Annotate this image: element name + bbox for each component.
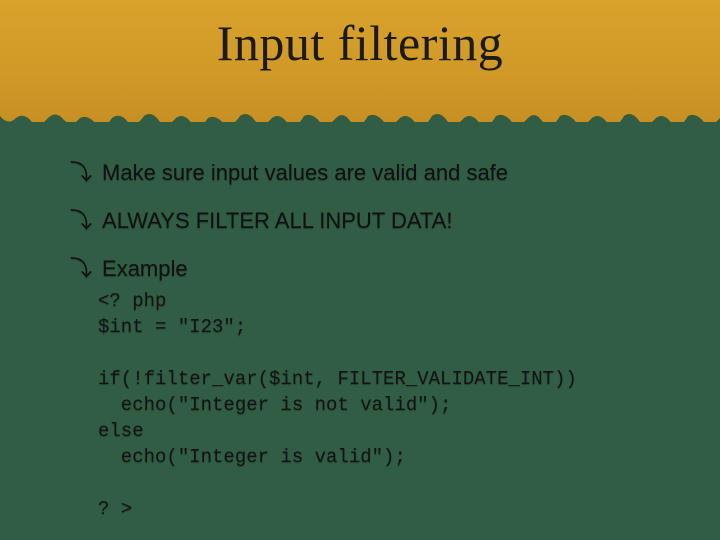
code-block: <? php $int = "I23"; if(!filter_var($int…: [98, 288, 660, 522]
bullet-glyph-icon: ⤵: [70, 160, 92, 186]
bullet-text: Make sure input values are valid and saf…: [102, 160, 508, 186]
bullet-text: Example: [102, 256, 188, 282]
slide-title: Input filtering: [0, 14, 720, 72]
bullet-item: ⤵ Make sure input values are valid and s…: [70, 160, 660, 186]
slide: Input filtering ⤵ Make sure input values…: [0, 0, 720, 540]
bullet-item: ⤵ ALWAYS FILTER ALL INPUT DATA!: [70, 208, 660, 234]
slide-body: ⤵ Make sure input values are valid and s…: [70, 160, 660, 522]
bullet-item: ⤵ Example: [70, 256, 660, 282]
bullet-glyph-icon: ⤵: [70, 208, 92, 234]
bullet-glyph-icon: ⤵: [70, 256, 92, 282]
bullet-text: ALWAYS FILTER ALL INPUT DATA!: [102, 208, 452, 234]
